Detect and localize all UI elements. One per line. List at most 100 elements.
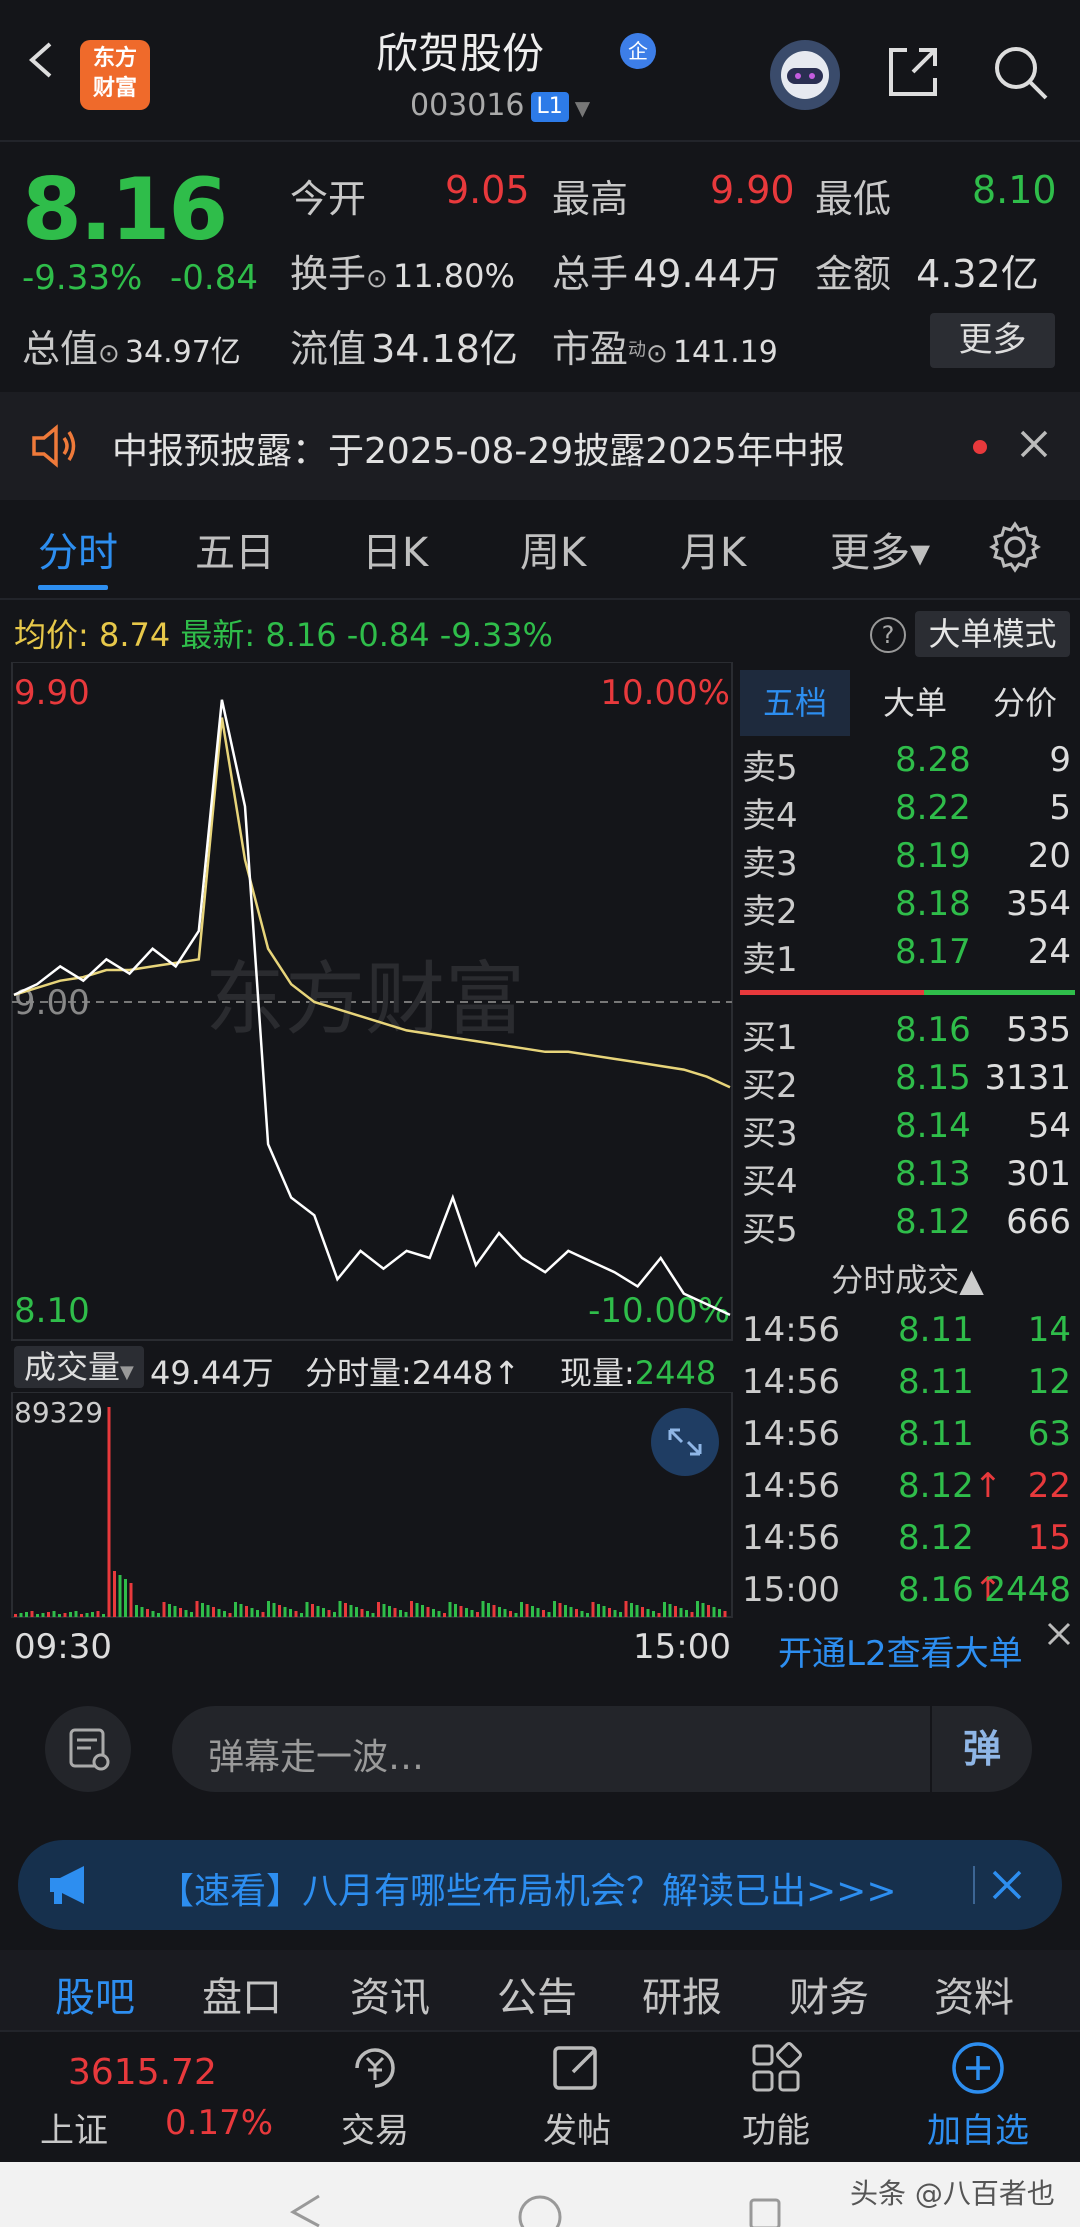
volume-bar <box>250 1608 254 1617</box>
volume-chart[interactable]: 89329 <box>0 1392 735 1622</box>
ask-row[interactable]: 卖2 8.18 354 <box>740 884 1075 932</box>
orderbook-tab-big[interactable]: 大单 <box>865 670 965 736</box>
volume-bar <box>289 1609 292 1617</box>
expand-button[interactable] <box>651 1408 719 1476</box>
post-label[interactable]: 发帖 <box>527 2103 627 2152</box>
close-icon[interactable] <box>1018 428 1050 460</box>
volume-bar <box>696 1601 699 1617</box>
bid-row[interactable]: 买5 8.12 666 <box>740 1202 1075 1250</box>
trade-label[interactable]: 交易 <box>325 2103 425 2152</box>
system-recents-icon[interactable] <box>745 2192 785 2227</box>
volume-bar <box>718 1609 721 1617</box>
ask-row[interactable]: 卖4 8.22 5 <box>740 788 1075 836</box>
index-pct[interactable]: 0.17% <box>165 2103 273 2143</box>
close-icon[interactable] <box>990 1868 1024 1902</box>
ask-row[interactable]: 卖3 8.19 20 <box>740 836 1075 884</box>
big-order-mode-button[interactable]: 大单模式 <box>915 611 1070 657</box>
tab-indicator <box>38 585 108 590</box>
volume-bar <box>393 1608 397 1617</box>
danmu-input[interactable]: 弹幕走一波… 弹 <box>172 1706 1032 1792</box>
tab-guba[interactable]: 股吧 <box>55 1965 135 2023</box>
tab-announcement[interactable]: 公告 <box>497 1965 577 2023</box>
volume-bar <box>74 1611 78 1617</box>
tab-weekly-k[interactable]: 周K <box>520 520 586 578</box>
volume-max-label: 89329 <box>14 1396 103 1429</box>
volume-bar <box>520 1602 523 1617</box>
tab-research[interactable]: 研报 <box>642 1965 722 2023</box>
volume-bar <box>426 1607 430 1617</box>
volume-bar <box>421 1605 424 1617</box>
volume-bar <box>184 1610 188 1617</box>
volume-bar <box>173 1606 177 1617</box>
volume-bar <box>135 1605 138 1617</box>
tab-daily-k[interactable]: 日K <box>362 520 428 578</box>
orderbook-tab-five[interactable]: 五档 <box>740 670 850 736</box>
danmu-send-button[interactable]: 弹 <box>930 1706 1032 1792</box>
enterprise-badge: 企 <box>620 33 656 69</box>
more-button[interactable]: 更多 <box>930 313 1055 368</box>
tab-fenshi[interactable]: 分时 <box>38 520 118 578</box>
orderbook-tab-price[interactable]: 分价 <box>975 670 1075 736</box>
ob-qty: 54 <box>1027 1106 1071 1146</box>
ob-label: 买5 <box>742 1210 798 1250</box>
volume-bar <box>657 1613 661 1617</box>
add-watchlist-icon[interactable] <box>948 2038 1008 2098</box>
volume-bar <box>624 1601 628 1617</box>
trade-row: 14:56 8.11 63 <box>742 1414 1071 1454</box>
volume-bar <box>525 1604 529 1617</box>
bid-row[interactable]: 买4 8.13 301 <box>740 1154 1075 1202</box>
ob-qty: 3131 <box>984 1058 1071 1098</box>
high-value: 9.90 <box>710 168 795 212</box>
index-value[interactable]: 3615.72 <box>68 2052 217 2093</box>
promo-banner[interactable]: 【速看】八月有哪些布局机会？解读已出>>> <box>18 1840 1062 1930</box>
tab-profile[interactable]: 资料 <box>934 1965 1014 2023</box>
volume-bar <box>404 1612 408 1617</box>
share-icon[interactable] <box>885 42 943 100</box>
volume-bar <box>668 1604 672 1617</box>
tab-more[interactable]: 更多▾ <box>830 520 930 578</box>
intraday-chart[interactable]: 东方财富 9.90 10.00% 9.00 8.10 -10.00% <box>0 662 735 1342</box>
add-watchlist-label[interactable]: 加自选 <box>918 2103 1038 2152</box>
volume-bar <box>118 1575 122 1617</box>
ask-row[interactable]: 卖1 8.17 24 <box>740 932 1075 980</box>
volume-selector[interactable]: 成交量▼ <box>14 1346 144 1388</box>
bid-row[interactable]: 买2 8.15 3131 <box>740 1058 1075 1106</box>
volume-bar <box>685 1610 688 1617</box>
volume-bar <box>371 1613 375 1617</box>
trade-icon[interactable] <box>345 2038 405 2098</box>
volume-bar <box>19 1613 23 1617</box>
help-icon[interactable]: ? <box>870 617 906 653</box>
back-arrow-icon[interactable] <box>22 40 62 80</box>
ask-row[interactable]: 卖5 8.28 9 <box>740 740 1075 788</box>
tab-finance[interactable]: 财务 <box>789 1965 869 2023</box>
notice-text: 中报预披露：于2025-08-29披露2025年中报 <box>112 431 845 472</box>
volume-bar <box>476 1612 479 1617</box>
tab-news[interactable]: 资讯 <box>350 1965 430 2023</box>
app-logo: 东方 财富 <box>80 40 150 110</box>
tab-five-day[interactable]: 五日 <box>195 520 275 578</box>
l2-upgrade-link[interactable]: 开通L2查看大单 <box>778 1626 1023 1675</box>
tab-pankou[interactable]: 盘口 <box>202 1965 282 2023</box>
bid-row[interactable]: 买1 8.16 535 <box>740 1010 1075 1058</box>
search-icon[interactable] <box>990 42 1050 102</box>
system-back-icon[interactable] <box>285 2192 325 2227</box>
tab-monthly-k[interactable]: 月K <box>680 520 746 578</box>
volume-bar <box>47 1612 50 1617</box>
gear-icon[interactable] <box>988 520 1042 574</box>
trades-title[interactable]: 分时成交▲ <box>740 1255 1075 1301</box>
bid-row[interactable]: 买3 8.14 54 <box>740 1106 1075 1154</box>
robot-avatar-icon[interactable] <box>770 40 840 110</box>
volume-bar <box>256 1610 259 1617</box>
volume-bar <box>366 1611 369 1617</box>
index-name[interactable]: 上证 <box>40 2103 108 2152</box>
volume-bar <box>619 1612 622 1617</box>
danmu-settings-icon[interactable] <box>45 1706 131 1792</box>
ob-label: 卖2 <box>742 892 798 932</box>
ob-price: 8.22 <box>895 788 971 828</box>
system-home-icon[interactable] <box>515 2192 565 2227</box>
apps-grid-icon[interactable] <box>746 2038 806 2098</box>
volume-bar <box>514 1613 518 1617</box>
compose-icon[interactable] <box>547 2038 607 2098</box>
close-icon[interactable] <box>1045 1620 1073 1648</box>
function-label[interactable]: 功能 <box>726 2103 826 2152</box>
